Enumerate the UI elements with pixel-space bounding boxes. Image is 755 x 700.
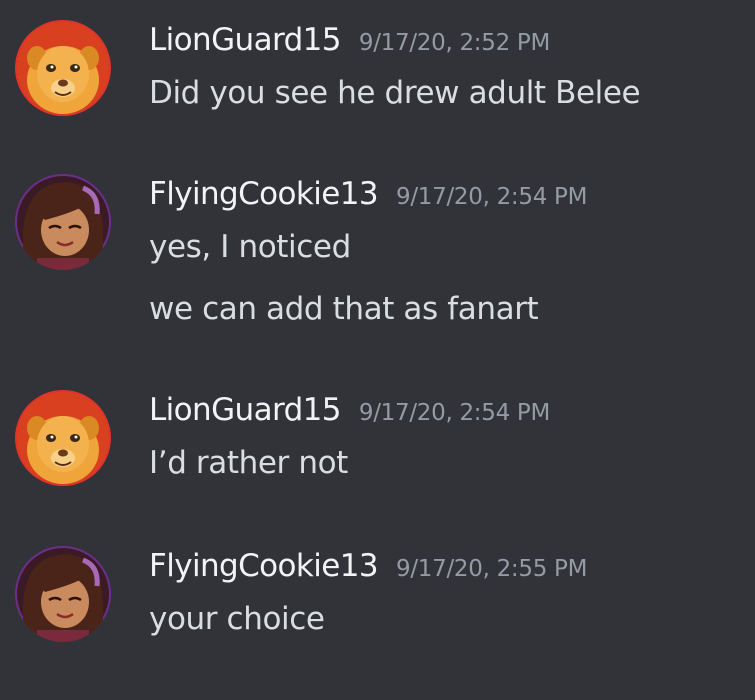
girl-avatar-icon[interactable] bbox=[15, 174, 111, 270]
message-text: your choice bbox=[149, 601, 325, 637]
message-text: yes, I noticed bbox=[149, 229, 351, 265]
chat-log: LionGuard15 9/17/20, 2:52 PM Did you see… bbox=[0, 0, 755, 700]
username[interactable]: FlyingCookie13 bbox=[149, 174, 379, 214]
message-group: LionGuard15 9/17/20, 2:52 PM Did you see… bbox=[0, 20, 755, 120]
timestamp: 9/17/20, 2:55 PM bbox=[396, 556, 588, 582]
username[interactable]: LionGuard15 bbox=[149, 20, 341, 60]
message-group: LionGuard15 9/17/20, 2:54 PM I’d rather … bbox=[0, 390, 755, 490]
message-group: FlyingCookie13 9/17/20, 2:54 PM yes, I n… bbox=[0, 174, 755, 334]
lion-avatar-icon[interactable] bbox=[15, 20, 111, 116]
lion-avatar-icon[interactable] bbox=[15, 390, 111, 486]
username[interactable]: FlyingCookie13 bbox=[149, 546, 379, 586]
timestamp: 9/17/20, 2:54 PM bbox=[358, 400, 551, 426]
message-group: FlyingCookie13 9/17/20, 2:55 PM your cho… bbox=[0, 546, 755, 646]
username[interactable]: LionGuard15 bbox=[149, 390, 341, 430]
message-header: LionGuard15 9/17/20, 2:54 PM bbox=[149, 390, 550, 430]
message-text: Did you see he drew adult Belee bbox=[149, 75, 641, 111]
message-text: I’d rather not bbox=[149, 445, 348, 481]
timestamp: 9/17/20, 2:54 PM bbox=[396, 184, 588, 210]
timestamp: 9/17/20, 2:52 PM bbox=[358, 30, 551, 56]
girl-avatar-icon[interactable] bbox=[15, 546, 111, 642]
message-header: FlyingCookie13 9/17/20, 2:54 PM bbox=[149, 174, 587, 214]
message-header: LionGuard15 9/17/20, 2:52 PM bbox=[149, 20, 550, 60]
message-header: FlyingCookie13 9/17/20, 2:55 PM bbox=[149, 546, 587, 586]
message-text: we can add that as fanart bbox=[149, 291, 539, 327]
